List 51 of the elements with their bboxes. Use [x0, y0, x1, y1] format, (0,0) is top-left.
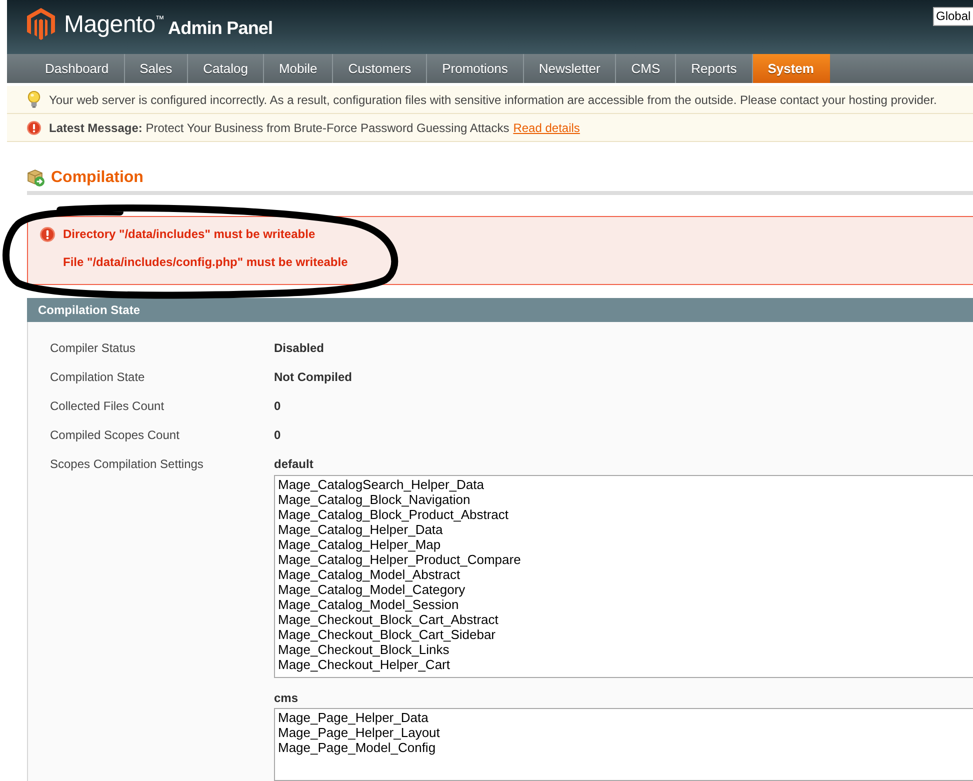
field-label: Compiler Status	[50, 340, 136, 357]
listbox-option[interactable]: Mage_Checkout_Block_Links	[278, 642, 450, 657]
field-value: Disabled	[274, 340, 324, 357]
listbox-option[interactable]: Mage_Catalog_Model_Abstract	[278, 567, 460, 582]
nav-tab[interactable]: Mobile	[264, 54, 334, 83]
scope-select[interactable]: Global	[933, 7, 973, 26]
page-title: Compilation	[51, 168, 144, 188]
listbox-option[interactable]: Mage_Catalog_Helper_Map	[278, 537, 441, 552]
hexagon-logo-icon	[27, 8, 55, 40]
listbox-option[interactable]: Mage_Checkout_Helper_Cart	[278, 657, 450, 672]
field-label: Compilation State	[50, 369, 145, 386]
scope-listbox[interactable]	[274, 475, 973, 678]
listbox-option[interactable]: Mage_Catalog_Model_Category	[278, 582, 466, 597]
field-value: 0	[274, 398, 281, 415]
scope-listbox[interactable]: Mage_Page_Helper_Data Mage_Page_Helper_Layout Mage_Page_Model_Config	[274, 708, 973, 781]
listbox-option[interactable]: Mage_Page_Helper_Layout	[278, 725, 440, 740]
box-arrow-icon	[27, 169, 45, 187]
listbox-option[interactable]: Mage_Catalog_Helper_Product_Compare	[278, 552, 521, 567]
listbox-option[interactable]: Mage_Catalog_Block_Navigation	[278, 492, 470, 507]
listbox-option[interactable]: Mage_Checkout_Block_Cart_Abstract	[278, 612, 498, 627]
field-value: 0	[274, 427, 281, 444]
admin-panel-title: Admin Panel	[168, 17, 273, 40]
listbox-option[interactable]: Mage_Catalog_Helper_Data	[278, 522, 443, 537]
listbox-option[interactable]: Mage_CatalogSearch_Helper_Data	[278, 477, 484, 492]
field-label: Collected Files Count	[50, 398, 164, 415]
section-header: Compilation State	[27, 298, 973, 322]
listbox-option[interactable]: Mage_Catalog_Model_Session	[278, 597, 459, 612]
listbox-option[interactable]: Mage_Catalog_Block_Product_Abstract	[278, 507, 509, 522]
listbox-option[interactable]: Mage_Page_Helper_Data	[278, 710, 428, 725]
nav-tab[interactable]: Sales	[124, 54, 188, 83]
nav-tab[interactable]: Customers	[333, 54, 428, 83]
listbox-option[interactable]: Mage_Checkout_Block_Cart_Sidebar	[278, 627, 496, 642]
scope-name: default	[274, 456, 314, 473]
scope-name: cms	[274, 690, 298, 707]
nav-tab[interactable]: Promotions	[427, 54, 524, 83]
field-label: Scopes Compilation Settings	[50, 456, 204, 473]
error-message: Directory "/data/includes" must be writeable	[63, 226, 316, 243]
error-message: File "/data/includes/config.php" must be writeable	[63, 254, 348, 271]
notice-text: Your web server is configured incorrectly. As a result, configuration files with sensitive information are accessible from the outside. Please contact your hosting provider.	[49, 92, 937, 106]
listbox-option[interactable]: Mage_Page_Model_Config	[278, 740, 436, 755]
nav-tab[interactable]: Newsletter	[524, 54, 616, 83]
nav-tab[interactable]: CMS	[616, 54, 676, 83]
notice-text: Latest Message: Protect Your Business from Brute-Force Password Guessing Attacks	[49, 120, 510, 134]
error-icon	[40, 227, 55, 242]
lightbulb-icon	[27, 91, 41, 108]
field-label: Compiled Scopes Count	[50, 427, 180, 444]
exclamation-icon	[27, 120, 41, 134]
logo-wordmark: Magento$^{™}$	[64, 11, 164, 39]
nav-tab[interactable]: Catalog	[188, 54, 264, 83]
nav-tab[interactable]: Dashboard	[30, 54, 125, 83]
field-value: Not Compiled	[274, 369, 352, 386]
